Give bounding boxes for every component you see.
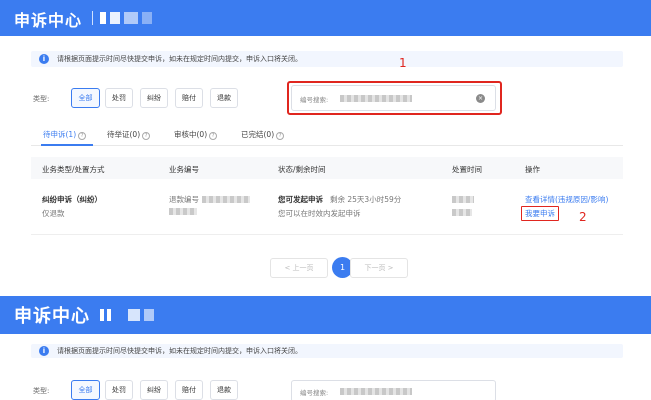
type-filter-dispute[interactable]: 纠纷 [140, 88, 168, 108]
business-number-label: 退款编号 [169, 195, 199, 204]
table-header: 业务类型/处置方式 业务编号 状态/剩余时间 处置时间 操作 [31, 157, 623, 179]
type-filter-all[interactable]: 全部 [71, 88, 100, 108]
remaining-time: 剩余 25天3小时59分 [330, 195, 402, 204]
info-icon: i [39, 54, 49, 64]
shop-name-redacted [100, 12, 156, 24]
type-filter-all[interactable]: 全部 [71, 380, 100, 400]
tab-label: 待举证(0) [107, 130, 141, 139]
column-header: 处置时间 [452, 165, 482, 174]
business-type: 纠纷申诉（纠纷） [42, 195, 102, 204]
column-header: 业务类型/处置方式 [42, 165, 105, 174]
tab-under-review[interactable]: 审核中(0)? [174, 129, 218, 140]
column-header: 业务编号 [169, 165, 199, 174]
appeal-center-panel: 申诉中心 i 请根据页面提示时间尽快提交申诉，如未在规定时间内提交，申诉入口将关… [0, 0, 651, 296]
column-header: 状态/剩余时间 [278, 165, 326, 174]
title-divider [92, 11, 93, 25]
page-title: 申诉中心 [14, 11, 83, 30]
tab-completed[interactable]: 已完结(0)? [241, 129, 285, 140]
table-row: 纠纷申诉（纠纷） 仅退款 退款编号 您可发起申诉 剩余 25天3小时59分 您可… [31, 179, 623, 235]
search-value-redacted [340, 388, 412, 395]
status-note: 您可以在时效内发起申诉 [278, 209, 361, 218]
help-icon[interactable]: ? [209, 132, 218, 140]
annotation-marker-1: 1 [399, 56, 407, 70]
appeal-status: 您可发起申诉 [278, 195, 323, 204]
type-filter-compensation[interactable]: 赔付 [175, 88, 203, 108]
tab-label: 已完结(0) [241, 130, 275, 139]
annotation-marker-2: 2 [579, 210, 587, 224]
type-filter-label: 类型: [33, 387, 50, 395]
prev-page-button[interactable]: < 上一页 [270, 258, 328, 278]
header-bar: 申诉中心 [0, 0, 651, 36]
view-details-link[interactable]: 查看详情(违规原因/影响) [525, 194, 608, 205]
disposal-date-redacted [452, 196, 474, 203]
tab-label: 待申诉(1) [43, 130, 77, 139]
notice-text: 请根据页面提示时间尽快提交申诉，如未在规定时间内提交，申诉入口将关闭。 [57, 55, 302, 63]
next-page-button[interactable]: 下一页 > [350, 258, 408, 278]
disposal-time-redacted [452, 209, 472, 216]
active-tab-indicator [41, 144, 93, 146]
type-filter-label: 类型: [33, 95, 50, 103]
header-bar: 申诉中心 [0, 296, 651, 334]
notice-banner: i 请根据页面提示时间尽快提交申诉，如未在规定时间内提交，申诉入口将关闭。 [31, 51, 623, 67]
type-filter-refund[interactable]: 退款 [210, 88, 238, 108]
tab-label: 审核中(0) [174, 130, 208, 139]
tab-pending-evidence[interactable]: 待举证(0)? [107, 129, 151, 140]
type-filter-penalty[interactable]: 处罚 [105, 88, 133, 108]
help-icon[interactable]: ? [78, 132, 87, 140]
disposal-method: 仅退款 [42, 209, 65, 218]
column-header: 操作 [525, 165, 540, 174]
status-tabs: 待申诉(1)? 待举证(0)? 审核中(0)? 已完结(0)? [31, 128, 623, 146]
business-number-redacted [202, 196, 250, 203]
help-icon[interactable]: ? [142, 132, 151, 140]
annotation-highlight-search [287, 81, 502, 115]
number-search-field[interactable]: 编号搜索: [291, 380, 496, 400]
type-filter-penalty[interactable]: 处罚 [105, 380, 133, 400]
page-title: 申诉中心 [14, 306, 90, 327]
tab-pending-appeal[interactable]: 待申诉(1)? [43, 129, 87, 140]
business-number-redacted [169, 208, 197, 215]
notice-text: 请根据页面提示时间尽快提交申诉，如未在规定时间内提交，申诉入口将关闭。 [57, 347, 302, 355]
info-icon: i [39, 346, 49, 356]
search-label: 编号搜索: [300, 389, 329, 397]
type-filter-compensation[interactable]: 赔付 [175, 380, 203, 400]
shop-name-redacted [100, 309, 156, 321]
type-filter-dispute[interactable]: 纠纷 [140, 380, 168, 400]
notice-banner: i 请根据页面提示时间尽快提交申诉，如未在规定时间内提交，申诉入口将关闭。 [31, 344, 623, 358]
type-filter-refund[interactable]: 退款 [210, 380, 238, 400]
appeal-center-panel-repeat: 申诉中心 i 请根据页面提示时间尽快提交申诉，如未在规定时间内提交，申诉入口将关… [0, 296, 651, 400]
help-icon[interactable]: ? [276, 132, 285, 140]
appeal-button[interactable]: 我要申诉 [521, 206, 559, 221]
